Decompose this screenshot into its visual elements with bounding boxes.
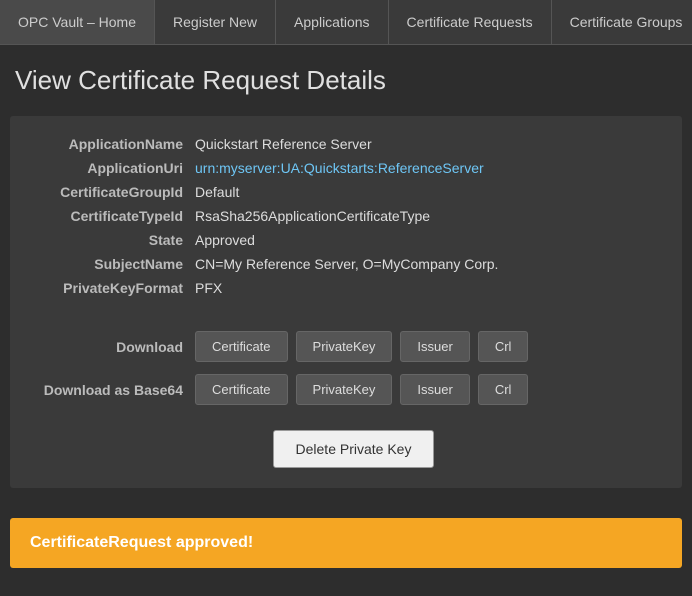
field-value: CN=My Reference Server, O=MyCompany Corp… xyxy=(195,256,667,272)
field-row-privatekeyformat: PrivateKeyFormatPFX xyxy=(25,280,667,296)
field-value: Default xyxy=(195,184,667,200)
nav-item-home[interactable]: OPC Vault – Home xyxy=(0,0,155,44)
field-label: PrivateKeyFormat xyxy=(25,280,195,296)
field-label: SubjectName xyxy=(25,256,195,272)
nav-bar: OPC Vault – HomeRegister NewApplications… xyxy=(0,0,692,45)
field-label: CertificateGroupId xyxy=(25,184,195,200)
download-base64-label: Download as Base64 xyxy=(25,382,195,398)
field-row-certificategroupid: CertificateGroupIdDefault xyxy=(25,184,667,200)
nav-item-register[interactable]: Register New xyxy=(155,0,276,44)
field-value: Approved xyxy=(195,232,667,248)
download-base64-certificate-button[interactable]: Certificate xyxy=(195,374,288,405)
fields-container: ApplicationNameQuickstart Reference Serv… xyxy=(25,136,667,296)
field-row-applicationuri: ApplicationUriurn:myserver:UA:Quickstart… xyxy=(25,160,667,176)
delete-section: Delete Private Key xyxy=(25,430,667,468)
field-value: Quickstart Reference Server xyxy=(195,136,667,152)
download-section: Download CertificatePrivateKeyIssuerCrl … xyxy=(25,316,667,405)
download-base64-buttons: Certificate PrivateKeyIssuer Crl xyxy=(195,374,528,405)
delete-private-key-button[interactable]: Delete Private Key xyxy=(273,430,435,468)
download-base64-privatekey-button[interactable]: PrivateKey xyxy=(296,374,393,405)
field-label: CertificateTypeId xyxy=(25,208,195,224)
field-label: ApplicationUri xyxy=(25,160,195,176)
field-value: PFX xyxy=(195,280,667,296)
field-value: RsaSha256ApplicationCertificateType xyxy=(195,208,667,224)
page-title: View Certificate Request Details xyxy=(0,45,692,111)
field-value: urn:myserver:UA:Quickstarts:ReferenceSer… xyxy=(195,160,667,176)
nav-item-cert-requests[interactable]: Certificate Requests xyxy=(389,0,552,44)
success-banner: CertificateRequest approved! xyxy=(10,518,682,568)
download-crl-button[interactable]: Crl xyxy=(478,331,529,362)
download-base64-row: Download as Base64 Certificate PrivateKey… xyxy=(25,374,667,405)
nav-item-applications[interactable]: Applications xyxy=(276,0,389,44)
download-label: Download xyxy=(25,339,195,355)
download-privatekey-button[interactable]: PrivateKey xyxy=(296,331,393,362)
field-label: ApplicationName xyxy=(25,136,195,152)
download-certificate-button[interactable]: Certificate xyxy=(195,331,288,362)
field-label: State xyxy=(25,232,195,248)
download-issuer-button[interactable]: Issuer xyxy=(400,331,469,362)
download-base64-issuer-button[interactable]: Issuer xyxy=(400,374,469,405)
field-row-applicationname: ApplicationNameQuickstart Reference Serv… xyxy=(25,136,667,152)
details-card: ApplicationNameQuickstart Reference Serv… xyxy=(10,116,682,488)
field-row-state: StateApproved xyxy=(25,232,667,248)
field-row-certificatetypeid: CertificateTypeIdRsaSha256ApplicationCer… xyxy=(25,208,667,224)
field-row-subjectname: SubjectNameCN=My Reference Server, O=MyC… xyxy=(25,256,667,272)
download-base64-crl-button[interactable]: Crl xyxy=(478,374,529,405)
download-buttons: Certificate PrivateKeyIssuer Crl xyxy=(195,331,528,362)
nav-item-cert-groups[interactable]: Certificate Groups xyxy=(552,0,692,44)
download-row: Download Certificate PrivateKeyIssuer Crl xyxy=(25,331,667,362)
